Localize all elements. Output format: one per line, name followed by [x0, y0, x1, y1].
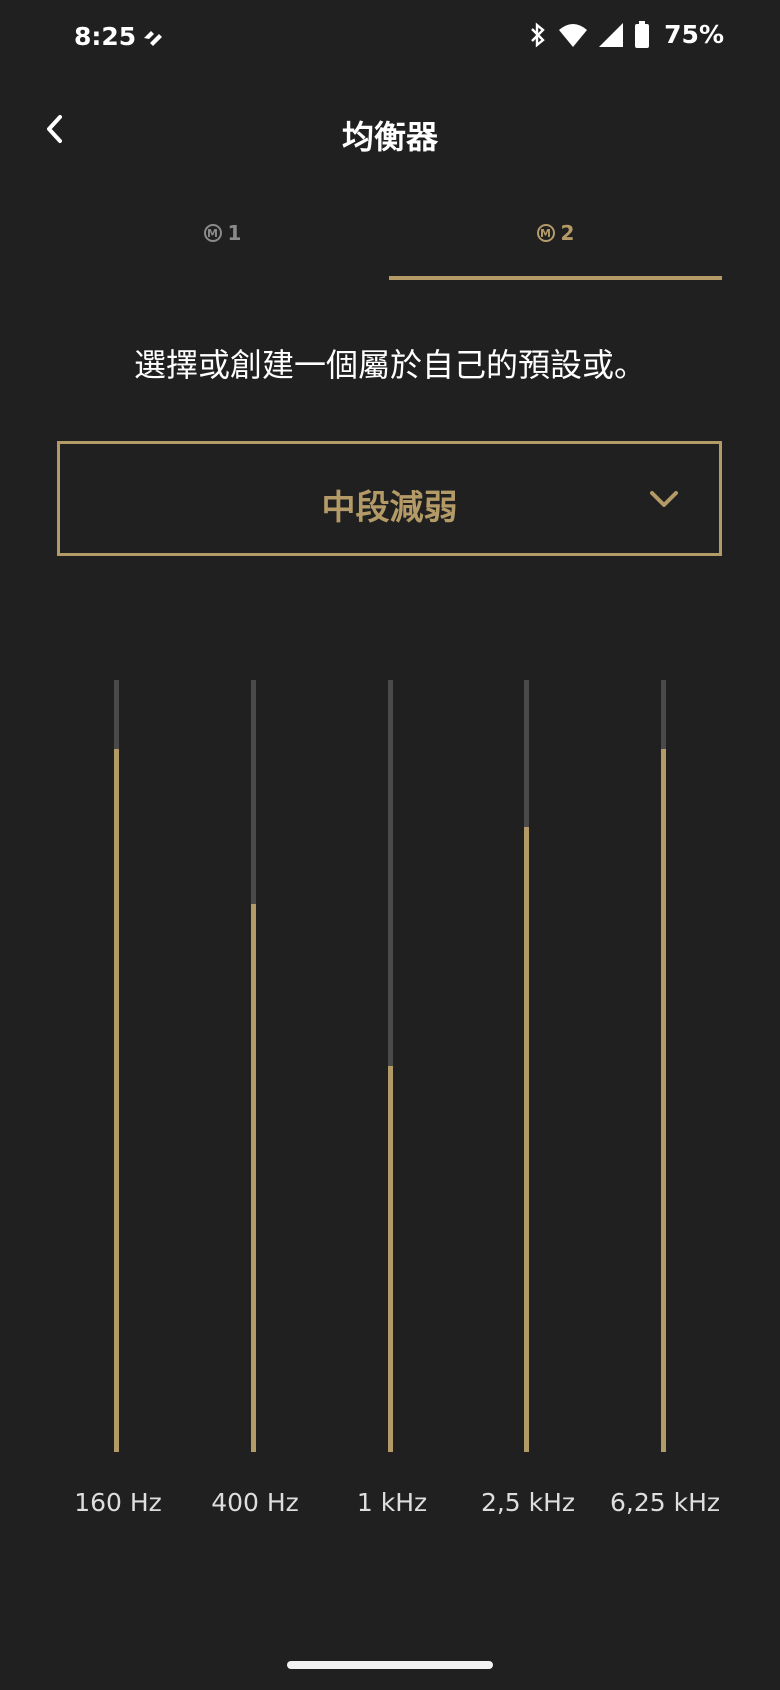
tab-m1[interactable]: M 1 — [56, 205, 389, 280]
eq-band-160hz: 160 Hz — [58, 680, 178, 1517]
tab-label: 1 — [227, 221, 242, 245]
eq-band-6-25khz: 6,25 kHz — [605, 680, 725, 1517]
home-indicator[interactable] — [287, 1661, 493, 1669]
status-icons: 75% — [528, 20, 724, 49]
eq-slider-fill — [251, 903, 256, 1452]
signal-icon — [599, 22, 624, 47]
app-header: 均衡器 — [0, 90, 780, 170]
preset-value: 中段減弱 — [321, 488, 458, 528]
eq-band-label: 2,5 kHz — [480, 1488, 576, 1517]
description-text: 選擇或創建一個屬於自己的預設或。 — [133, 346, 646, 384]
battery-percent: 75% — [664, 20, 724, 49]
status-time: 8:25 — [74, 22, 137, 51]
m-badge-icon: M — [536, 224, 555, 242]
eq-band-label: 400 Hz — [211, 1488, 299, 1517]
eq-slider[interactable] — [524, 680, 529, 1452]
chevron-down-icon — [650, 491, 678, 507]
eq-slider[interactable] — [114, 680, 119, 1452]
eq-slider-fill — [661, 749, 666, 1452]
eq-band-label: 160 Hz — [74, 1488, 162, 1517]
battery-icon — [635, 20, 650, 48]
eq-slider-fill — [524, 826, 529, 1452]
equalizer: 160 Hz 400 Hz 1 kHz 2,5 kHz 6,25 kHz — [0, 680, 780, 1517]
eq-band-400hz: 400 Hz — [195, 680, 315, 1517]
vpn-icon — [144, 31, 162, 46]
eq-slider[interactable] — [251, 680, 256, 1452]
tab-label: 2 — [560, 221, 575, 245]
eq-slider[interactable] — [388, 680, 393, 1452]
eq-slider-fill — [114, 749, 119, 1452]
m-badge-icon: M — [203, 224, 222, 242]
eq-band-label: 6,25 kHz — [609, 1488, 720, 1517]
page-title: 均衡器 — [341, 118, 438, 156]
status-bar: 8:25 75% — [0, 0, 780, 80]
eq-band-1khz: 1 kHz — [332, 680, 452, 1517]
eq-slider-fill — [388, 1066, 393, 1452]
bluetooth-icon — [531, 21, 545, 48]
preset-dropdown[interactable]: 中段減弱 — [57, 441, 722, 556]
eq-slider[interactable] — [661, 680, 666, 1452]
tab-m2[interactable]: M 2 — [389, 205, 722, 280]
preset-tabs: M 1 M 2 — [56, 205, 722, 280]
wifi-icon — [559, 23, 588, 47]
eq-band-2-5khz: 2,5 kHz — [468, 680, 588, 1517]
